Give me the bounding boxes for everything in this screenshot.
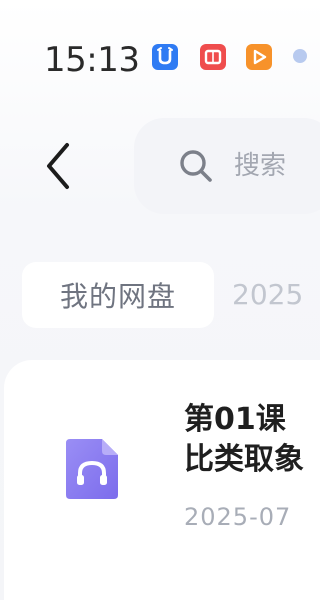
file-title-line2: 比类取象 bbox=[184, 442, 304, 477]
file-date: 2025-07 bbox=[184, 503, 292, 531]
video-app-icon bbox=[246, 44, 272, 70]
notification-dot-icon bbox=[293, 49, 307, 63]
breadcrumb-root[interactable]: 我的网盘 bbox=[22, 262, 214, 328]
mail-app-icon bbox=[200, 44, 226, 70]
file-title-line1: 第01课 bbox=[184, 402, 286, 437]
file-title: 第01课 比类取象 bbox=[184, 400, 320, 480]
search-placeholder: 搜索 bbox=[234, 151, 287, 181]
audio-file-icon bbox=[66, 439, 118, 499]
search-input[interactable]: 搜索 bbox=[134, 118, 320, 214]
chevron-left-icon bbox=[47, 143, 69, 189]
breadcrumb-folder[interactable]: 2025 bbox=[232, 274, 303, 316]
status-bar: 15:13 bbox=[0, 0, 307, 120]
breadcrumb: 我的网盘 2025 bbox=[0, 262, 303, 332]
search-icon bbox=[180, 150, 212, 182]
back-button[interactable] bbox=[34, 140, 82, 192]
alarm-app-icon bbox=[152, 44, 178, 70]
status-time: 15:13 bbox=[44, 40, 140, 80]
list-item[interactable]: 第01课 比类取象 2025-07 bbox=[4, 360, 320, 600]
